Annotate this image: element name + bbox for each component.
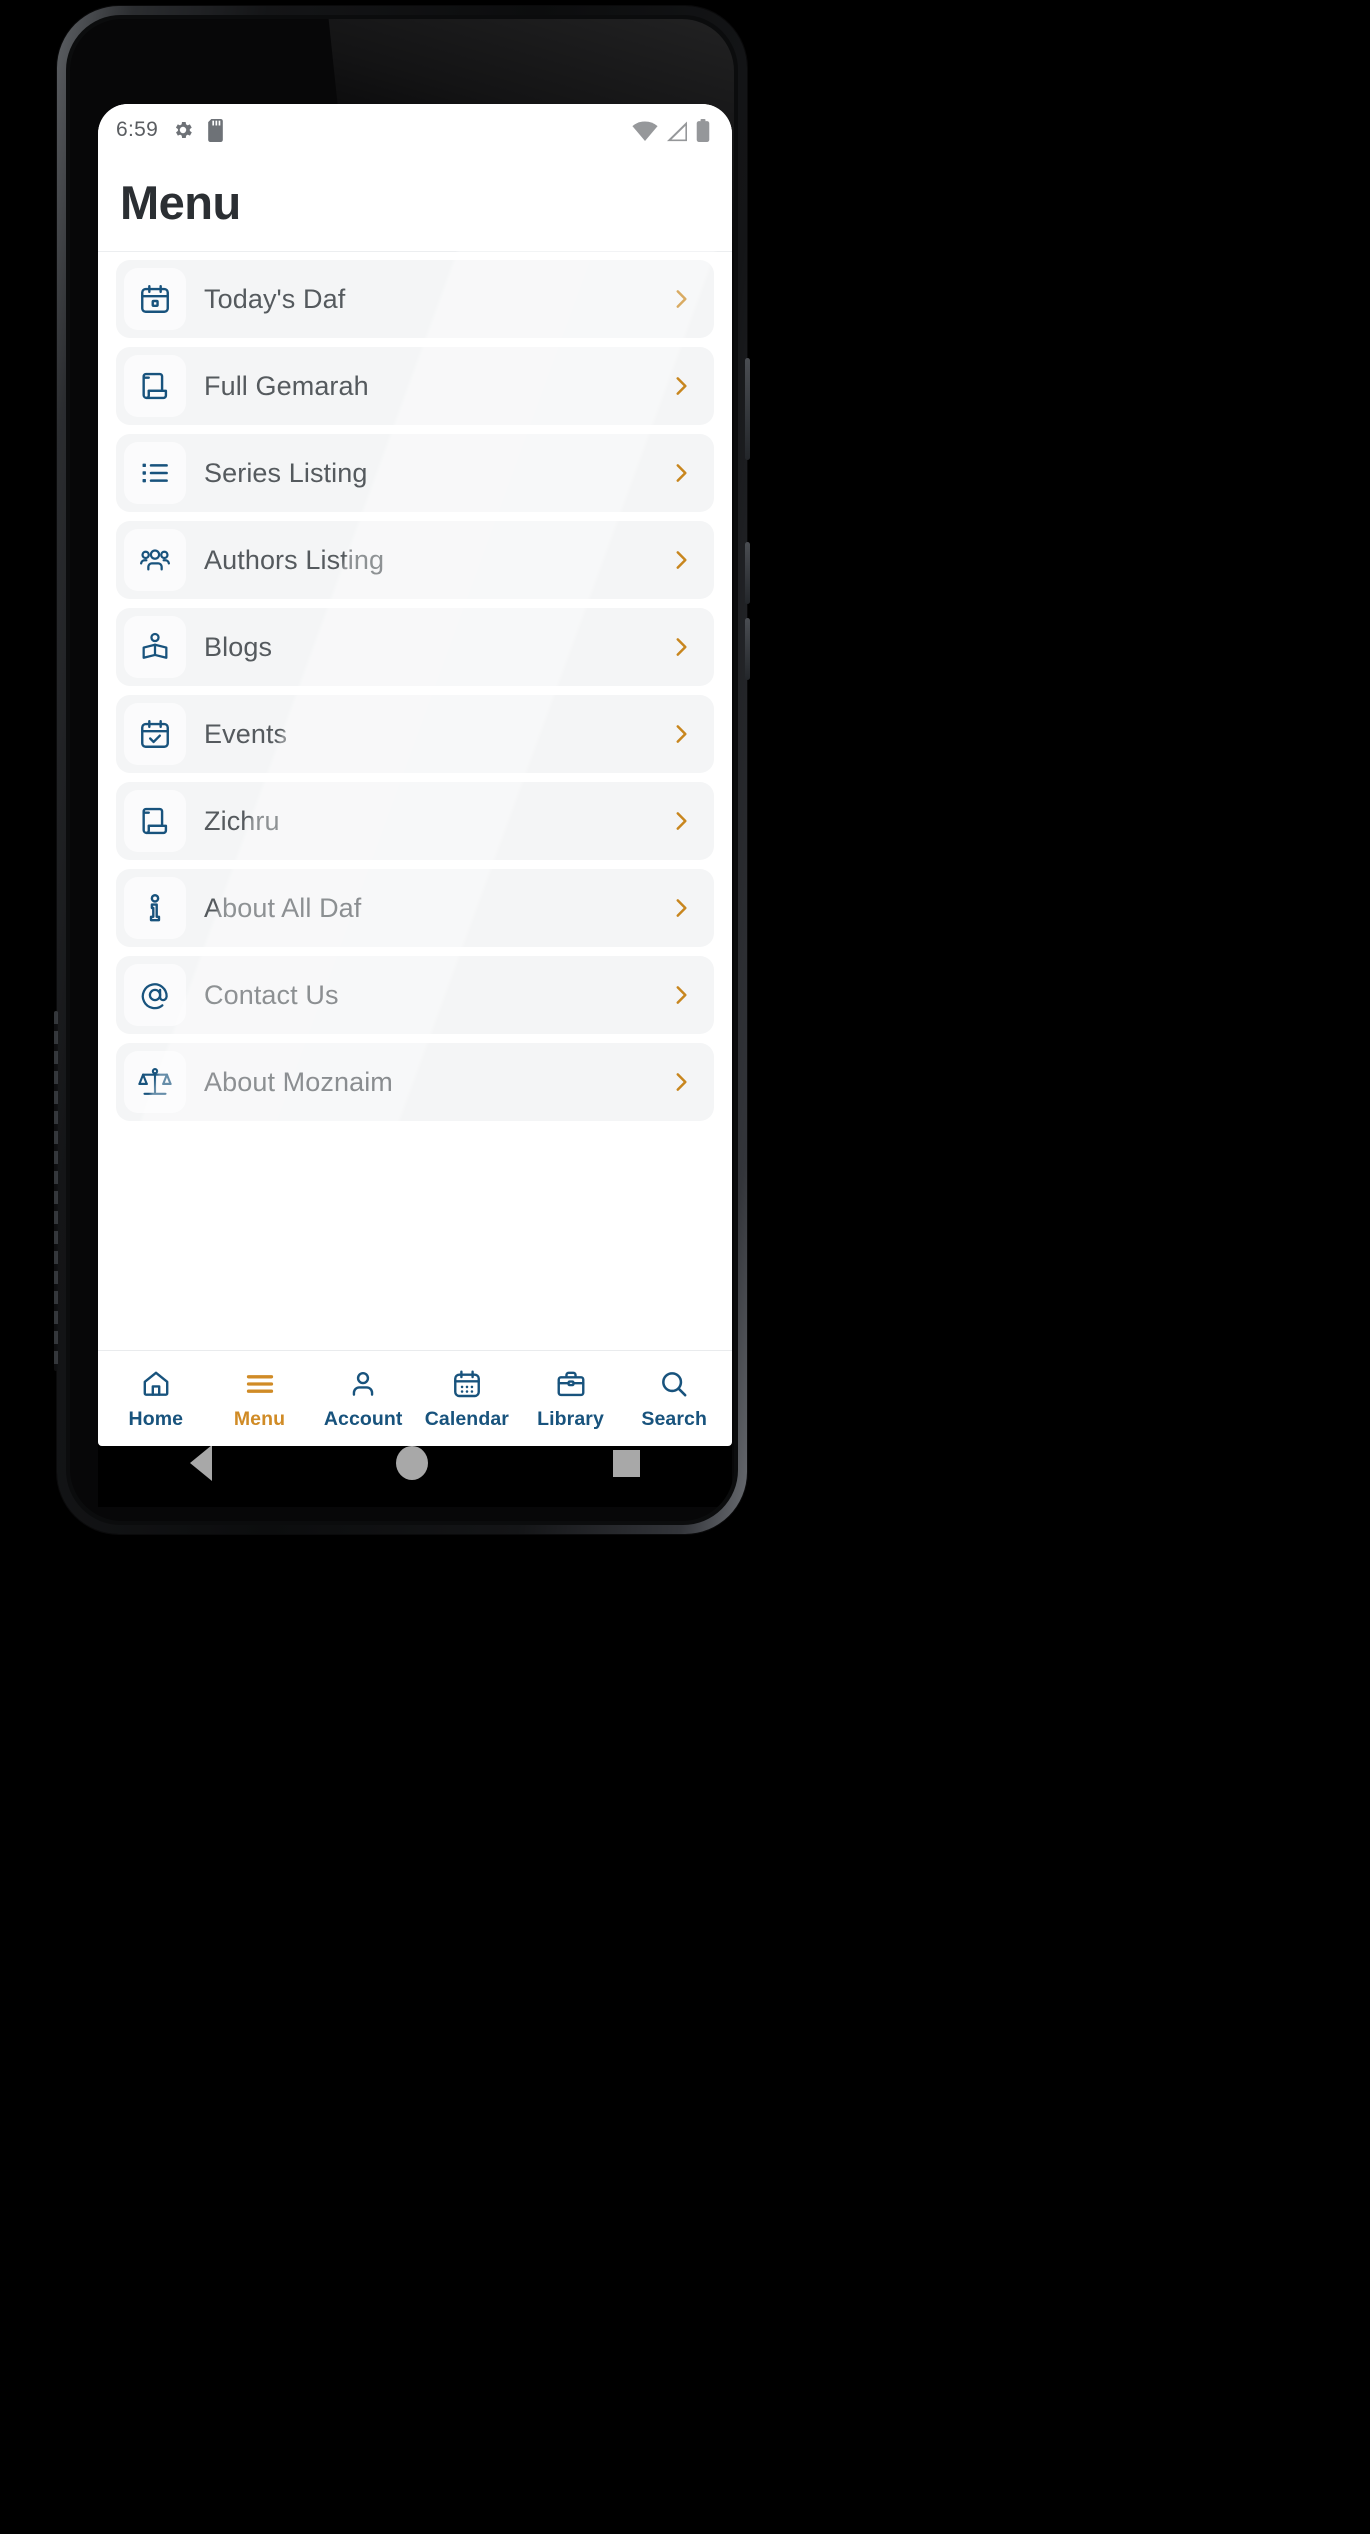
chevron-right-icon[interactable] [668,808,694,834]
battery-icon [696,118,710,142]
menu-item-label: Blogs [204,631,273,662]
menu-item-label: Series Listing [204,457,368,488]
tab-label: Menu [233,1407,286,1430]
wifi-icon [632,121,658,142]
chevron-right-icon[interactable] [668,286,694,312]
power-button[interactable] [745,358,750,460]
menu-item-contact-us[interactable]: Contact Us [116,956,714,1035]
chevron-right-icon[interactable] [668,895,694,921]
tab-label: Account [323,1407,403,1430]
menu-item-about-moznaim[interactable]: About Moznaim [116,1043,714,1122]
person-icon [347,1367,379,1401]
sd-card-icon [206,118,225,142]
phone-bezel: 6:59 Menu Today's Daf Full Gemarah Serie… [66,15,738,1525]
chevron-right-icon[interactable] [668,547,694,573]
info-icon [124,877,186,940]
tab-search[interactable]: Search [622,1351,726,1446]
volume-down-button[interactable] [745,618,750,680]
menu-item-authors-listing[interactable]: Authors Listing [116,521,714,600]
briefcase-icon [555,1367,587,1401]
status-bar: 6:59 [98,104,732,156]
cellular-signal-icon [665,121,689,142]
tab-account[interactable]: Account [311,1351,415,1446]
menu-item-zichru[interactable]: Zichru [116,782,714,861]
tab-label: Home [128,1407,184,1430]
status-bar-system-icons [632,118,710,142]
menu-item-label: Contact Us [204,979,339,1010]
bullet-list-icon [124,442,186,505]
menu-item-events[interactable]: Events [116,695,714,774]
people-group-icon [124,529,186,592]
screenshot-stage: 6:59 Menu Today's Daf Full Gemarah Serie… [0,0,1370,2534]
tab-library[interactable]: Library [519,1351,623,1446]
open-book-icon [124,616,186,679]
home-button[interactable] [396,1446,429,1480]
menu-item-todays-daf[interactable]: Today's Daf [116,260,714,339]
bottom-tab-bar: Home Menu Account Calendar Library Searc… [98,1350,732,1446]
scroll-icon [124,355,186,418]
back-button[interactable] [190,1445,213,1481]
menu-list: Today's Daf Full Gemarah Series Listing … [98,252,732,1350]
menu-item-about-all-daf[interactable]: About All Daf [116,869,714,948]
scroll-icon [124,790,186,853]
volume-up-button[interactable] [745,542,750,604]
recents-button[interactable] [612,1449,640,1477]
menu-item-label: About Moznaim [204,1066,393,1097]
chevron-right-icon[interactable] [668,373,694,399]
hamburger-icon [244,1367,276,1401]
gear-icon [172,119,194,141]
tab-label: Search [641,1407,708,1430]
sim-tray [54,1011,58,1371]
chevron-right-icon[interactable] [668,1069,694,1095]
tab-home[interactable]: Home [104,1351,208,1446]
chevron-right-icon[interactable] [668,634,694,660]
phone-frame: 6:59 Menu Today's Daf Full Gemarah Serie… [54,6,750,1534]
chevron-right-icon[interactable] [668,460,694,486]
menu-item-label: About All Daf [204,892,362,923]
home-icon [140,1367,172,1401]
calendar-check-icon [124,703,186,766]
menu-item-label: Events [204,718,288,749]
chevron-right-icon[interactable] [668,982,694,1008]
menu-item-full-gemarah[interactable]: Full Gemarah [116,347,714,426]
menu-item-blogs[interactable]: Blogs [116,608,714,687]
magnifier-icon [658,1367,690,1401]
menu-item-label: Zichru [204,805,280,836]
tab-calendar[interactable]: Calendar [415,1351,519,1446]
page-title: Menu [120,176,241,229]
scales-balance-icon [124,1051,186,1114]
phone-screen: 6:59 Menu Today's Daf Full Gemarah Serie… [98,104,732,1446]
page-header: Menu [98,156,732,253]
calendar-icon [124,268,186,331]
status-bar-notification-icons [172,118,225,142]
menu-item-series-listing[interactable]: Series Listing [116,434,714,513]
phone-glass: 6:59 Menu Today's Daf Full Gemarah Serie… [70,19,734,1521]
tab-label: Calendar [424,1407,509,1430]
tab-label: Library [537,1407,604,1430]
menu-item-label: Authors Listing [204,544,385,575]
at-sign-icon [124,964,186,1027]
menu-item-label: Today's Daf [204,283,346,314]
chevron-right-icon[interactable] [668,721,694,747]
calendar-dots-icon [451,1367,483,1401]
menu-item-label: Full Gemarah [204,370,369,401]
tab-menu[interactable]: Menu [208,1351,312,1446]
status-bar-clock: 6:59 [116,118,159,141]
